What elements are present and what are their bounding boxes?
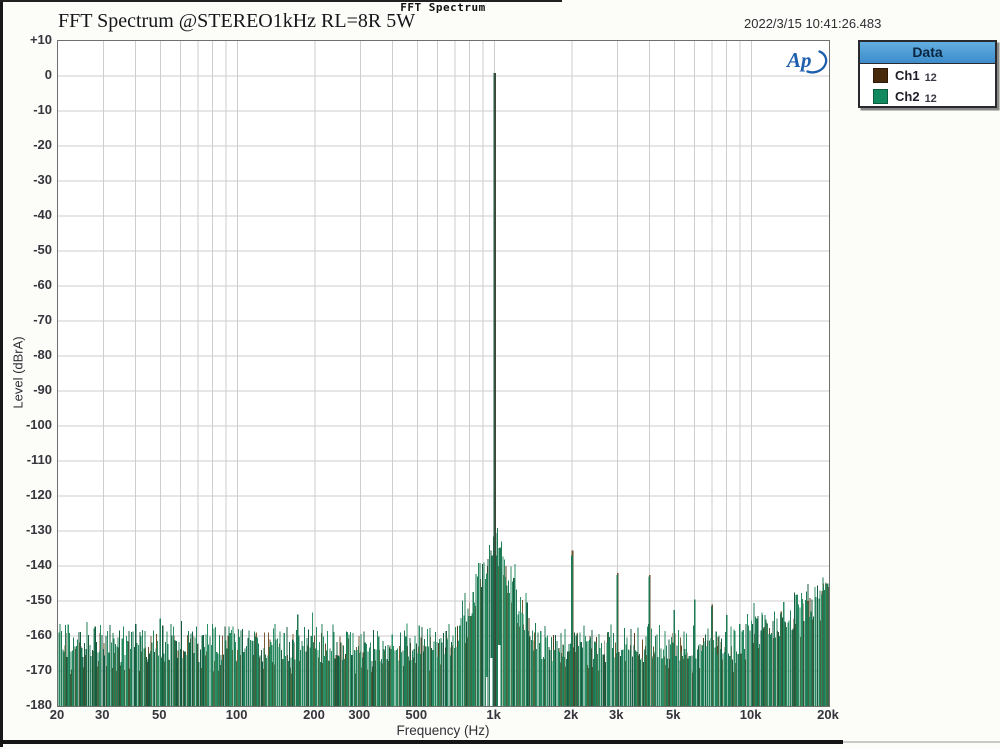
y-tick-label: -150	[4, 593, 52, 607]
y-tick-label: -50	[4, 243, 52, 257]
x-tick-label: 30	[95, 707, 109, 722]
y-tick-label: -20	[4, 138, 52, 152]
y-tick-label: +10	[4, 33, 52, 47]
x-tick-label: 2k	[564, 707, 578, 722]
y-tick-label: -30	[4, 173, 52, 187]
timestamp: 2022/3/15 10:41:26.483	[744, 16, 881, 31]
window-edge-bottom-dark	[0, 740, 843, 744]
x-tick-label: 20k	[817, 707, 839, 722]
y-tick-label: -180	[4, 698, 52, 712]
x-tick-label: 200	[303, 707, 325, 722]
ch2-label: Ch2	[895, 89, 920, 104]
x-tick-label: 3k	[609, 707, 623, 722]
y-tick-label: -70	[4, 313, 52, 327]
ch1-color-swatch	[873, 68, 888, 83]
y-tick-label: -160	[4, 628, 52, 642]
y-tick-label: -110	[4, 453, 52, 467]
x-tick-label: 5k	[666, 707, 680, 722]
plot-area	[57, 40, 830, 707]
y-tick-label: -90	[4, 383, 52, 397]
ap-logo-text: Ap	[785, 48, 812, 72]
y-tick-label: -100	[4, 418, 52, 432]
y-tick-label: 0	[4, 68, 52, 82]
y-tick-label: -140	[4, 558, 52, 572]
x-tick-label: 1k	[486, 707, 500, 722]
y-tick-label: -120	[4, 488, 52, 502]
ch2-value: 12	[925, 93, 937, 105]
x-tick-label: 500	[405, 707, 427, 722]
x-tick-label: 50	[152, 707, 166, 722]
y-tick-label: -10	[4, 103, 52, 117]
y-tick-label: -130	[4, 523, 52, 537]
y-tick-label: -40	[4, 208, 52, 222]
fft-report-page: FFT Spectrum FFT Spectrum @STEREO1kHz RL…	[0, 0, 1000, 749]
window-edge-bottom-light	[843, 741, 1000, 743]
x-tick-label: 20	[50, 707, 64, 722]
legend-box: Data Ch1 12 Ch2 12	[858, 40, 997, 108]
ch1-value: 12	[925, 72, 937, 84]
x-axis-label: Frequency (Hz)	[396, 723, 489, 738]
ch1-label: Ch1	[895, 68, 920, 83]
x-tick-label: 300	[348, 707, 370, 722]
legend-item-ch2[interactable]: Ch2 12	[860, 85, 995, 106]
y-tick-label: -170	[4, 663, 52, 677]
chart-title: FFT Spectrum @STEREO1kHz RL=8R 5W	[58, 10, 415, 33]
y-tick-label: -80	[4, 348, 52, 362]
spectrum-svg	[58, 41, 829, 706]
x-tick-label: 10k	[740, 707, 762, 722]
ch2-color-swatch	[873, 89, 888, 104]
legend-header: Data	[860, 42, 995, 64]
y-axis-label: Level (dBrA)	[11, 328, 26, 418]
ap-logo-icon: Ap	[782, 44, 828, 76]
y-tick-label: -60	[4, 278, 52, 292]
window-edge-left	[0, 2, 3, 747]
legend-item-ch1[interactable]: Ch1 12	[860, 64, 995, 85]
x-tick-label: 100	[226, 707, 248, 722]
